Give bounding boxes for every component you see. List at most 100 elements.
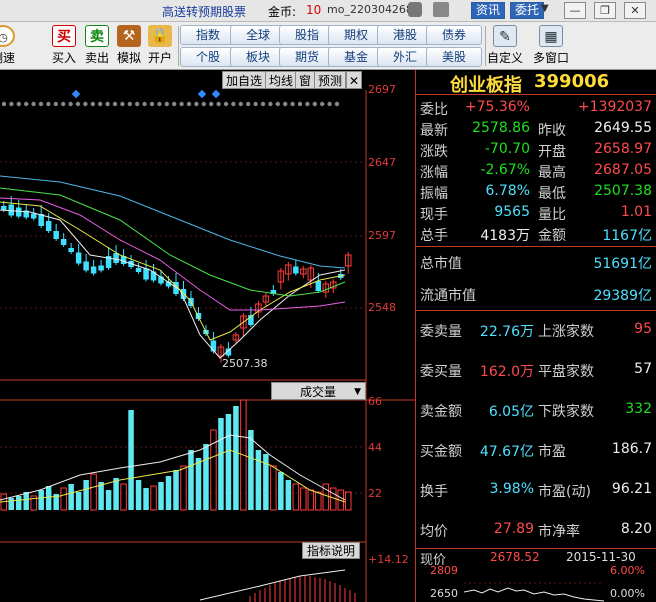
volume-bar — [248, 430, 254, 510]
stats-value: 162.0万 — [479, 364, 534, 380]
toolbar-divider — [178, 26, 179, 66]
news-button[interactable]: 资讯 — [471, 2, 506, 19]
volume-bar — [68, 484, 74, 510]
volume-bar — [225, 414, 232, 510]
volume-dropdown[interactable]: 成交量 ▼ — [271, 382, 366, 400]
stats-value: 27.89 — [493, 521, 534, 537]
minimize-icon[interactable]: — — [564, 2, 586, 19]
stats-row: 委买量 162.0万 平盘家数 57 — [420, 359, 652, 381]
user-id: mo_220304268 — [327, 3, 413, 16]
sell-button[interactable]: 卖 卖出 — [82, 24, 112, 68]
candlesticks — [1, 196, 352, 363]
volume-tick: 44 — [368, 441, 382, 454]
quote-value: 2658.97 — [594, 141, 652, 157]
stats-label: 委卖量 — [420, 324, 462, 340]
mail-icon[interactable] — [408, 2, 422, 17]
banner-link[interactable]: 高送转预期股票 — [162, 3, 246, 20]
event-diamond — [71, 89, 81, 99]
quote-value: 9565 — [494, 204, 530, 220]
market-tab-futures[interactable]: 期货 — [279, 47, 335, 67]
market-tab-forex[interactable]: 外汇 — [377, 47, 433, 67]
volume-bar — [255, 450, 262, 510]
quote-row: 总手 4183万 金额 1167亿 — [420, 223, 652, 245]
event-dot — [320, 101, 325, 107]
kline-chart[interactable] — [0, 70, 415, 602]
event-dot — [135, 101, 140, 107]
market-tab-us-stocks[interactable]: 美股 — [426, 47, 482, 67]
market-tab-index[interactable]: 指数 — [180, 25, 236, 45]
event-dot — [127, 101, 132, 107]
macd-line — [199, 569, 346, 601]
event-dot — [157, 101, 162, 107]
quote-value: +75.36% — [464, 99, 530, 115]
stats-label: 委买量 — [420, 364, 462, 380]
volume-bar — [270, 465, 277, 511]
event-dot — [209, 101, 214, 107]
market-tab-sectors[interactable]: 板块 — [230, 47, 286, 67]
market-tab-funds[interactable]: 基金 — [328, 47, 384, 67]
stats-row: 买金额 47.67亿 市盈 186.7 — [420, 439, 652, 461]
market-tab-stock-index[interactable]: 股指 — [279, 25, 335, 45]
quote-label: 开盘 — [538, 144, 566, 160]
stats-value: 186.7 — [611, 441, 652, 457]
stats-row: 卖金额 6.05亿 下跌家数 332 — [420, 399, 652, 421]
volume-bar — [75, 492, 82, 510]
multi-window-button[interactable]: ▦ 多窗口 — [531, 24, 571, 68]
event-dot — [16, 101, 21, 107]
customize-button[interactable]: ✎ 自定义 — [487, 24, 523, 68]
chevron-down-icon[interactable]: ▼ — [541, 3, 549, 14]
market-tab-stocks[interactable]: 个股 — [180, 47, 236, 67]
market-tab-bonds[interactable]: 债券 — [426, 25, 482, 45]
market-tab-hk[interactable]: 港股 — [377, 25, 433, 45]
market-tab-global[interactable]: 全球 — [230, 25, 286, 45]
event-dot — [112, 101, 118, 107]
volume-bar — [83, 480, 89, 510]
volume-bar — [195, 458, 202, 510]
volume-bar — [278, 472, 284, 510]
stats-label: 市盈(动) — [538, 484, 591, 500]
quote-value: -70.70 — [484, 141, 530, 157]
restore-icon[interactable]: ❐ — [594, 2, 616, 19]
mcap-value: 29389亿 — [593, 288, 652, 304]
open-account-button[interactable]: 🔒 开户 — [145, 24, 175, 68]
quote-row: 振幅 6.78% 最低 2507.38 — [420, 181, 652, 203]
chart-grid — [0, 90, 415, 602]
volume-bar — [23, 492, 29, 510]
ma-line — [0, 209, 346, 359]
quote-value: 1167亿 — [602, 228, 652, 244]
quote-panel: 创业板指 399006 委比 +75.36% +1392037 最新 2578.86 昨收… — [415, 70, 656, 602]
volume-bar — [158, 482, 164, 510]
event-dot — [31, 101, 36, 107]
volume-bar — [203, 444, 209, 510]
quote-value: 4183万 — [480, 228, 530, 244]
speed-test-button[interactable]: ◷ 测速 — [0, 24, 18, 68]
buy-button[interactable]: 买 买入 — [49, 24, 79, 68]
stats-label: 市净率 — [538, 524, 580, 540]
mini-intraday-chart[interactable] — [464, 568, 604, 602]
market-tab-options[interactable]: 期权 — [328, 25, 384, 45]
mini-axis-bottom: 2650 — [430, 587, 458, 600]
stats-value: 8.20 — [620, 521, 652, 537]
event-dot — [172, 101, 177, 107]
quote-label: 总手 — [420, 228, 448, 244]
volume-bars — [0, 399, 352, 511]
volume-bar — [285, 480, 292, 510]
indicator-help-button[interactable]: 指标说明 — [302, 542, 361, 559]
quote-label: 涨幅 — [420, 165, 448, 181]
quote-row: 涨跌 -70.70 开盘 2658.97 — [420, 139, 652, 161]
quote-row: 最新 2578.86 昨收 2649.55 — [420, 118, 652, 140]
low-price-label: 2507.38 — [222, 357, 268, 370]
quote-value: 1.01 — [620, 204, 652, 220]
shirt-icon[interactable] — [433, 2, 449, 17]
toolbar: ◷ 测速 买 买入 卖 卖出 ⚒ 模拟 🔒 开户 指数 全球 股指 期权 港股 … — [0, 22, 656, 70]
event-dot — [268, 101, 273, 107]
mcap-value: 51691亿 — [593, 256, 652, 272]
stats-label: 均价 — [420, 524, 448, 540]
close-icon[interactable]: ✕ — [624, 2, 646, 19]
simulate-button[interactable]: ⚒ 模拟 — [114, 24, 144, 68]
ma-line — [0, 175, 346, 269]
order-button[interactable]: 委托 — [510, 2, 545, 19]
quote-value: 2578.86 — [472, 120, 530, 136]
gavel-icon: ⚒ — [117, 25, 141, 47]
volume-tick: 66 — [368, 395, 382, 408]
